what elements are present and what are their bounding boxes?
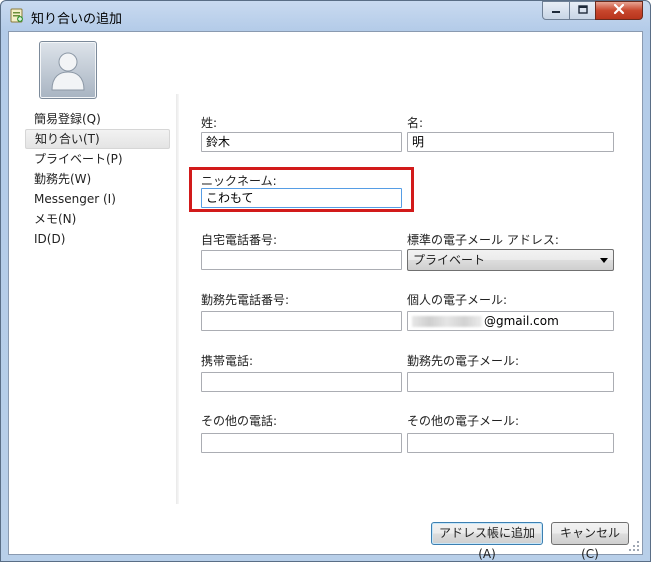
nav-item-quick-add[interactable]: 簡易登録(Q)	[25, 109, 170, 129]
work-phone-field[interactable]	[201, 311, 402, 331]
maximize-icon	[577, 4, 588, 18]
other-phone-field[interactable]	[201, 433, 402, 453]
nav-item-memo[interactable]: メモ(N)	[25, 209, 170, 229]
nav-item-id[interactable]: ID(D)	[25, 229, 170, 249]
dialog-content: 簡易登録(Q) 知り合い(T) プライベート(P) 勤務先(W) Messeng…	[8, 31, 643, 561]
contacts-app-icon	[9, 8, 25, 24]
maximize-button[interactable]	[569, 1, 596, 20]
work-email-label: 勤務先の電子メール:	[407, 354, 520, 368]
redacted-text	[412, 316, 482, 327]
contact-silhouette-icon[interactable]	[39, 41, 97, 99]
work-email-field[interactable]	[407, 372, 614, 392]
other-email-label: その他の電子メール:	[407, 414, 520, 428]
highlight-box	[189, 167, 414, 212]
minimize-button[interactable]	[542, 1, 570, 20]
nav-item-work[interactable]: 勤務先(W)	[25, 169, 170, 189]
personal-email-field[interactable]: @gmail.com	[407, 311, 614, 331]
default-email-value: プライベート	[413, 253, 486, 267]
nav-item-private[interactable]: プライベート(P)	[25, 149, 170, 169]
mobile-phone-label: 携帯電話:	[201, 354, 254, 368]
close-icon	[613, 3, 625, 18]
chevron-down-icon	[600, 258, 608, 263]
last-name-field[interactable]: 鈴木	[201, 132, 402, 152]
other-phone-label: その他の電話:	[201, 414, 278, 428]
last-name-label: 姓:	[201, 116, 218, 130]
mobile-phone-field[interactable]	[201, 372, 402, 392]
home-phone-field[interactable]	[201, 250, 402, 270]
nav-item-contact[interactable]: 知り合い(T)	[25, 129, 170, 149]
default-email-select[interactable]: プライベート	[407, 249, 614, 271]
window-title: 知り合いの追加	[31, 12, 123, 27]
add-to-address-book-button[interactable]: アドレス帳に追加(A)	[431, 522, 543, 561]
personal-email-label: 個人の電子メール:	[407, 293, 508, 307]
work-phone-label: 勤務先電話番号:	[201, 293, 290, 307]
section-divider	[176, 94, 179, 504]
default-email-label: 標準の電子メール アドレス:	[407, 233, 559, 247]
other-email-field[interactable]	[407, 433, 614, 453]
close-button[interactable]	[595, 1, 643, 20]
home-phone-label: 自宅電話番号:	[201, 233, 278, 247]
nav-item-messenger[interactable]: Messenger (I)	[25, 189, 170, 209]
minimize-icon	[551, 4, 561, 18]
first-name-field[interactable]: 明	[407, 132, 614, 152]
personal-email-value: @gmail.com	[484, 314, 559, 328]
category-nav: 簡易登録(Q) 知り合い(T) プライベート(P) 勤務先(W) Messeng…	[25, 109, 170, 249]
cancel-button[interactable]: キャンセル(C)	[551, 522, 629, 561]
dialog-window: 知り合いの追加 簡易登録(Q) 知り合い(T) プライベート(P) 勤務先(W)…	[0, 0, 651, 562]
resize-grip-icon[interactable]	[628, 540, 640, 552]
first-name-label: 名:	[407, 116, 424, 130]
